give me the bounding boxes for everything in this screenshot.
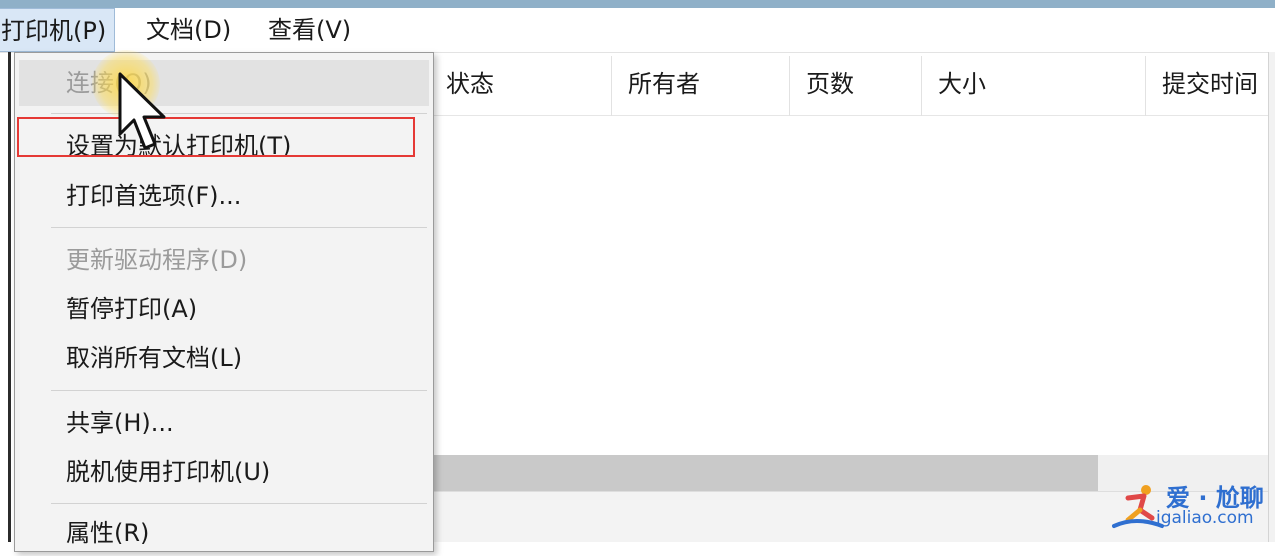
column-header-owner[interactable]: 所有者 — [612, 56, 790, 116]
menu-separator — [51, 503, 427, 504]
menu-separator — [51, 113, 427, 114]
menu-separator — [51, 227, 427, 228]
menu-item-update-driver[interactable]: 更新驱动程序(D) — [19, 237, 429, 283]
column-header-status[interactable]: 状态 — [430, 56, 612, 116]
menu-view[interactable]: 查看(V) — [260, 8, 359, 52]
menu-item-set-default-printer[interactable]: 设置为默认打印机(T) — [19, 123, 429, 169]
mouse-pointer-icon — [118, 72, 166, 150]
menu-item-properties[interactable]: 属性(R) — [19, 510, 429, 556]
menu-item-use-printer-offline[interactable]: 脱机使用打印机(U) — [19, 449, 429, 495]
watermark-url: igaliao.com — [1156, 508, 1254, 528]
column-header-submitted[interactable]: 提交时间 — [1146, 56, 1268, 116]
menu-item-pause-printing[interactable]: 暂停打印(A) — [19, 286, 429, 332]
menu-item-printing-preferences[interactable]: 打印首选项(F)... — [19, 173, 429, 219]
printer-dropdown-menu: 连接(O) 设置为默认打印机(T) 打印首选项(F)... 更新驱动程序(D) … — [14, 52, 434, 552]
column-header-pages[interactable]: 页数 — [790, 56, 922, 116]
vertical-scrollbar[interactable] — [1268, 52, 1275, 542]
job-list-header: 状态 所有者 页数 大小 提交时间 — [430, 56, 1268, 116]
watermark: 爱 · 尬聊 igaliao.com — [1110, 478, 1270, 534]
window-title-strip — [0, 0, 1275, 8]
menu-item-sharing[interactable]: 共享(H)... — [19, 400, 429, 446]
menu-bar: 打印机(P) 文档(D) 查看(V) — [0, 8, 1275, 53]
column-header-size[interactable]: 大小 — [922, 56, 1146, 116]
horizontal-scrollbar-thumb[interactable] — [430, 455, 1098, 491]
menu-separator — [51, 390, 427, 391]
menu-item-cancel-all-documents[interactable]: 取消所有文档(L) — [19, 335, 429, 381]
menu-item-connect[interactable]: 连接(O) — [19, 60, 429, 106]
window-left-border — [8, 52, 11, 542]
menu-printer[interactable]: 打印机(P) — [0, 8, 116, 52]
menu-document[interactable]: 文档(D) — [138, 8, 239, 52]
